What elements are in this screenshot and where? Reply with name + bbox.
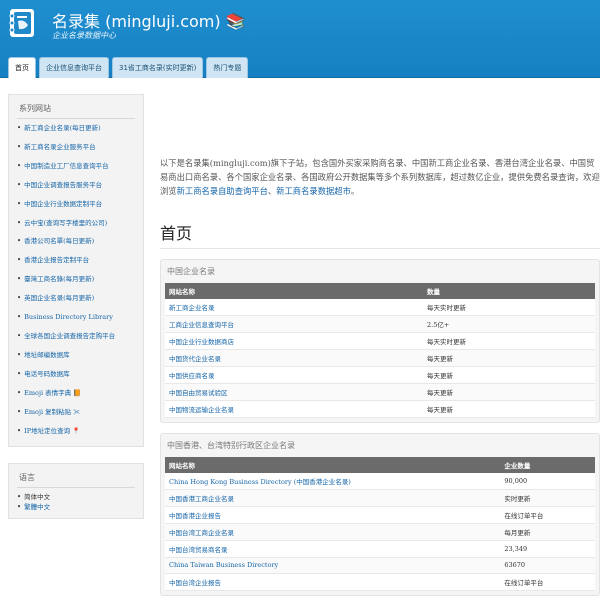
- table-row: 中国台湾工商企业名录 每月更新: [165, 523, 595, 541]
- sidebar-item[interactable]: 香港企业报告定制平台: [17, 251, 135, 270]
- intro-end: 。: [350, 186, 360, 196]
- site-link[interactable]: 中国企业行业数据商店: [165, 332, 423, 350]
- table-row: 中国香港企业报告 在线订单平台: [165, 506, 595, 524]
- sidebar: 系列网站 新工商企业名录(每日更新) 新工商名录企业服务平台 中国制造业工厂信息…: [8, 94, 144, 520]
- table-row: 工商企业信息查询平台 2.5亿+: [165, 315, 595, 333]
- site-count: 在线订单平台: [500, 506, 595, 524]
- china-directory-panel: 中国企业名录 网站名称 数量 新工商企业名录 每天实时更新 工商企业信息查询平台 2…: [160, 259, 600, 423]
- site-link[interactable]: 中国香港工商企业名录: [165, 489, 501, 507]
- site-title[interactable]: 名录集 (mingluji.com) 📚: [52, 8, 246, 32]
- table-row: 中国供应商名录 每天更新: [165, 366, 595, 384]
- sidebar-item[interactable]: 英国企业名录(每月更新): [17, 289, 135, 308]
- column-header-company-count: 企业数量: [500, 457, 595, 473]
- site-count: 实时更新: [500, 489, 595, 507]
- site-link[interactable]: 中国自由贸易试验区: [165, 383, 423, 401]
- site-count: 每天更新: [423, 383, 595, 401]
- china-directory-table: 网站名称 数量 新工商企业名录 每天实时更新 工商企业信息查询平台 2.5亿+ 中国…: [165, 283, 595, 418]
- table-row: China Hong Kong Business Directory (中国香港…: [165, 473, 595, 490]
- site-link[interactable]: 中国台湾企业报告: [165, 573, 501, 591]
- sidebar-item[interactable]: 中国企业调查报告服务平台: [17, 176, 135, 195]
- panel-title: 中国香港、台湾特别行政区企业名录: [167, 441, 295, 450]
- tab-home[interactable]: 首页: [8, 57, 36, 78]
- site-count: 每天更新: [423, 400, 595, 418]
- sidebar-item[interactable]: 香港公司名單(每日更新): [17, 232, 135, 251]
- site-link[interactable]: 中国台湾工商企业名录: [165, 523, 501, 541]
- table-header-row: 网站名称 数量: [165, 283, 595, 299]
- table-row: China Taiwan Business Directory 63670: [165, 557, 595, 574]
- site-count: 每天实时更新: [423, 332, 595, 350]
- site-count: 每天实时更新: [423, 299, 595, 316]
- sidebar-item[interactable]: Emoji 复制粘贴 ✂: [17, 403, 135, 422]
- column-header-site-name: 网站名称: [165, 283, 423, 299]
- site-link[interactable]: China Taiwan Business Directory: [165, 557, 501, 574]
- site-link[interactable]: 中国供应商名录: [165, 366, 423, 384]
- intro-paragraph: 以下是名录集(mingluji.com)旗下子站，包含国外买家采购商名录、中国新…: [160, 156, 600, 198]
- site-link[interactable]: 中国物流运输企业名录: [165, 400, 423, 418]
- site-link[interactable]: 中国货代企业名录: [165, 349, 423, 367]
- intro-separator: 、: [267, 186, 277, 196]
- table-row: 新工商企业名录 每天实时更新: [165, 299, 595, 316]
- series-sites-title: 系列网站: [17, 101, 135, 119]
- site-count: 63670: [500, 557, 595, 574]
- series-sites-box: 系列网站 新工商企业名录(每日更新) 新工商名录企业服务平台 中国制造业工厂信息…: [8, 94, 144, 448]
- sidebar-item[interactable]: Business Directory Library: [17, 308, 135, 327]
- language-title: 语言: [17, 470, 135, 489]
- table-row: 中国物流运输企业名录 每天更新: [165, 400, 595, 418]
- sidebar-item[interactable]: 全球各国企业调查报告定购平台: [17, 327, 135, 346]
- tab-31-provinces[interactable]: 31省工商名录(实时更新): [112, 57, 204, 78]
- language-simplified: 简体中文: [17, 492, 135, 502]
- table-row: 中国台湾贸易商名录 23,349: [165, 540, 595, 558]
- site-link[interactable]: 中国台湾贸易商名录: [165, 540, 501, 558]
- tab-enterprise-query[interactable]: 企业信息查询平台: [39, 57, 109, 78]
- site-count: 2.5亿+: [423, 315, 595, 333]
- sidebar-item[interactable]: 中国制造业工厂信息查询平台: [17, 157, 135, 176]
- sidebar-item[interactable]: 臺灣工商名錄(每月更新): [17, 270, 135, 289]
- site-link[interactable]: 中国香港企业报告: [165, 506, 501, 524]
- sidebar-item[interactable]: 电话号码数据库: [17, 365, 135, 384]
- site-count: 23,349: [500, 540, 595, 558]
- sidebar-item[interactable]: 地址邮编数据库: [17, 346, 135, 365]
- notebook-logo-icon[interactable]: [6, 7, 38, 39]
- sidebar-item[interactable]: 中国企业行业数据定制平台: [17, 195, 135, 214]
- hk-taiwan-directory-panel: 中国香港、台湾特别行政区企业名录 网站名称 企业数量 China Hong Ko…: [160, 433, 600, 596]
- table-row: 中国企业行业数据商店 每天实时更新: [165, 332, 595, 350]
- site-count: 每天更新: [423, 349, 595, 367]
- sidebar-item[interactable]: Emoji 表情字典 📙: [17, 384, 135, 403]
- sidebar-item[interactable]: 新工商企业名录(每日更新): [17, 119, 135, 138]
- site-link[interactable]: 新工商企业名录: [165, 299, 423, 316]
- data-market-link[interactable]: 新工商名录数据超市: [276, 186, 351, 196]
- series-sites-list: 新工商企业名录(每日更新) 新工商名录企业服务平台 中国制造业工厂信息查询平台 …: [17, 119, 135, 440]
- language-box: 语言 简体中文 繁體中文: [8, 463, 144, 520]
- site-link[interactable]: China Hong Kong Business Directory (中国香港…: [165, 473, 501, 490]
- panel-title: 中国企业名录: [167, 267, 215, 276]
- site-count: 每天更新: [423, 366, 595, 384]
- language-list: 简体中文 繁體中文: [17, 488, 135, 512]
- column-header-count: 数量: [423, 283, 595, 299]
- site-count: 90,000: [500, 473, 595, 490]
- page-title: 首页: [160, 220, 600, 249]
- table-row: 中国自由贸易试验区 每天更新: [165, 383, 595, 401]
- site-subtitle: 企业名录数据中心: [52, 31, 116, 40]
- language-traditional[interactable]: 繁體中文: [17, 502, 135, 512]
- sidebar-item[interactable]: 新工商名录企业服务平台: [17, 138, 135, 157]
- self-service-query-link[interactable]: 新工商名录自助查询平台: [177, 186, 268, 196]
- column-header-site-name: 网站名称: [165, 457, 501, 473]
- tab-hot-topics[interactable]: 热门专题: [206, 57, 249, 78]
- sidebar-item[interactable]: 云中宝(查询写字楼里的公司): [17, 214, 135, 233]
- table-row: 中国香港工商企业名录 实时更新: [165, 489, 595, 507]
- site-count: 每月更新: [500, 523, 595, 541]
- site-count: 在线订单平台: [500, 573, 595, 591]
- table-header-row: 网站名称 企业数量: [165, 457, 595, 473]
- table-row: 中国台湾企业报告 在线订单平台: [165, 573, 595, 591]
- table-row: 中国货代企业名录 每天更新: [165, 349, 595, 367]
- main-content: 以下是名录集(mingluji.com)旗下子站，包含国外买家采购商名录、中国新…: [160, 94, 600, 600]
- main-nav: 首页 企业信息查询平台 31省工商名录(实时更新) 热门专题: [8, 57, 249, 78]
- sidebar-item[interactable]: IP地址定位查询 📍: [17, 422, 135, 441]
- site-link[interactable]: 工商企业信息查询平台: [165, 315, 423, 333]
- hk-taiwan-directory-table: 网站名称 企业数量 China Hong Kong Business Direc…: [165, 457, 595, 591]
- site-header: 名录集 (mingluji.com) 📚 企业名录数据中心 首页 企业信息查询平…: [0, 0, 600, 78]
